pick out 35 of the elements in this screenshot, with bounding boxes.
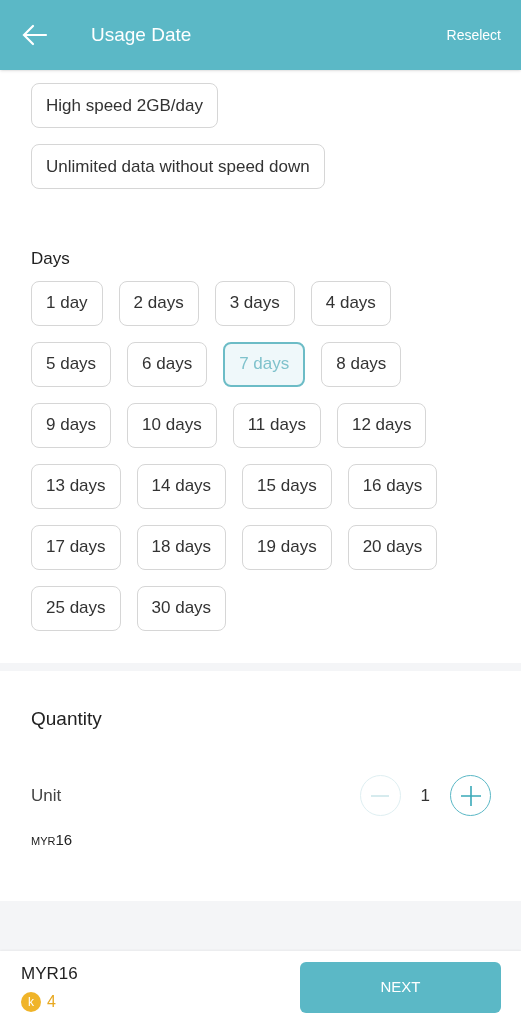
option-chip[interactable]: 4 days [310,280,391,326]
option-chip[interactable]: 9 days [31,402,112,448]
option-chip[interactable]: 30 days [136,585,227,631]
plus-icon [460,785,481,806]
option-chip[interactable]: 10 days [127,402,217,448]
section-title: Quantity [31,706,103,731]
unit-price: MYR16 [31,830,74,850]
quantity-value: 1 [420,784,430,807]
section-title: Days [30,248,71,270]
points-value: 4 [47,992,56,1012]
option-chip[interactable]: 17 days [31,524,121,570]
option-chip[interactable]: 6 days [127,341,208,387]
option-chip[interactable]: 15 days [242,463,332,509]
option-chip[interactable]: 8 days [321,341,402,387]
minus-icon [371,794,390,797]
option-chip[interactable]: 12 days [336,402,427,448]
option-chip[interactable]: Unlimited data without speed down [31,144,325,189]
option-chip[interactable]: 19 days [242,524,332,570]
option-chip[interactable]: 13 days [31,463,121,509]
coin-icon: k [21,992,41,1012]
option-chip[interactable]: 20 days [347,524,438,570]
back-arrow-icon[interactable] [22,24,48,46]
option-chip[interactable]: 11 days [232,402,321,448]
option-chip[interactable]: 2 days [118,280,199,326]
option-chip[interactable]: 16 days [347,463,438,509]
option-chip[interactable]: 18 days [136,524,227,570]
total-price: MYR16 [21,962,78,985]
option-chip[interactable]: 14 days [136,463,227,509]
unit-label: Unit [31,784,62,807]
option-chip[interactable]: 3 days [214,280,295,326]
option-chip[interactable]: High speed 2GB/day [31,83,218,128]
option-chip[interactable]: 1 day [31,280,103,326]
page-title: Usage Date [91,22,192,47]
option-chip[interactable]: 25 days [31,585,121,631]
option-chip[interactable]: 5 days [31,341,112,387]
